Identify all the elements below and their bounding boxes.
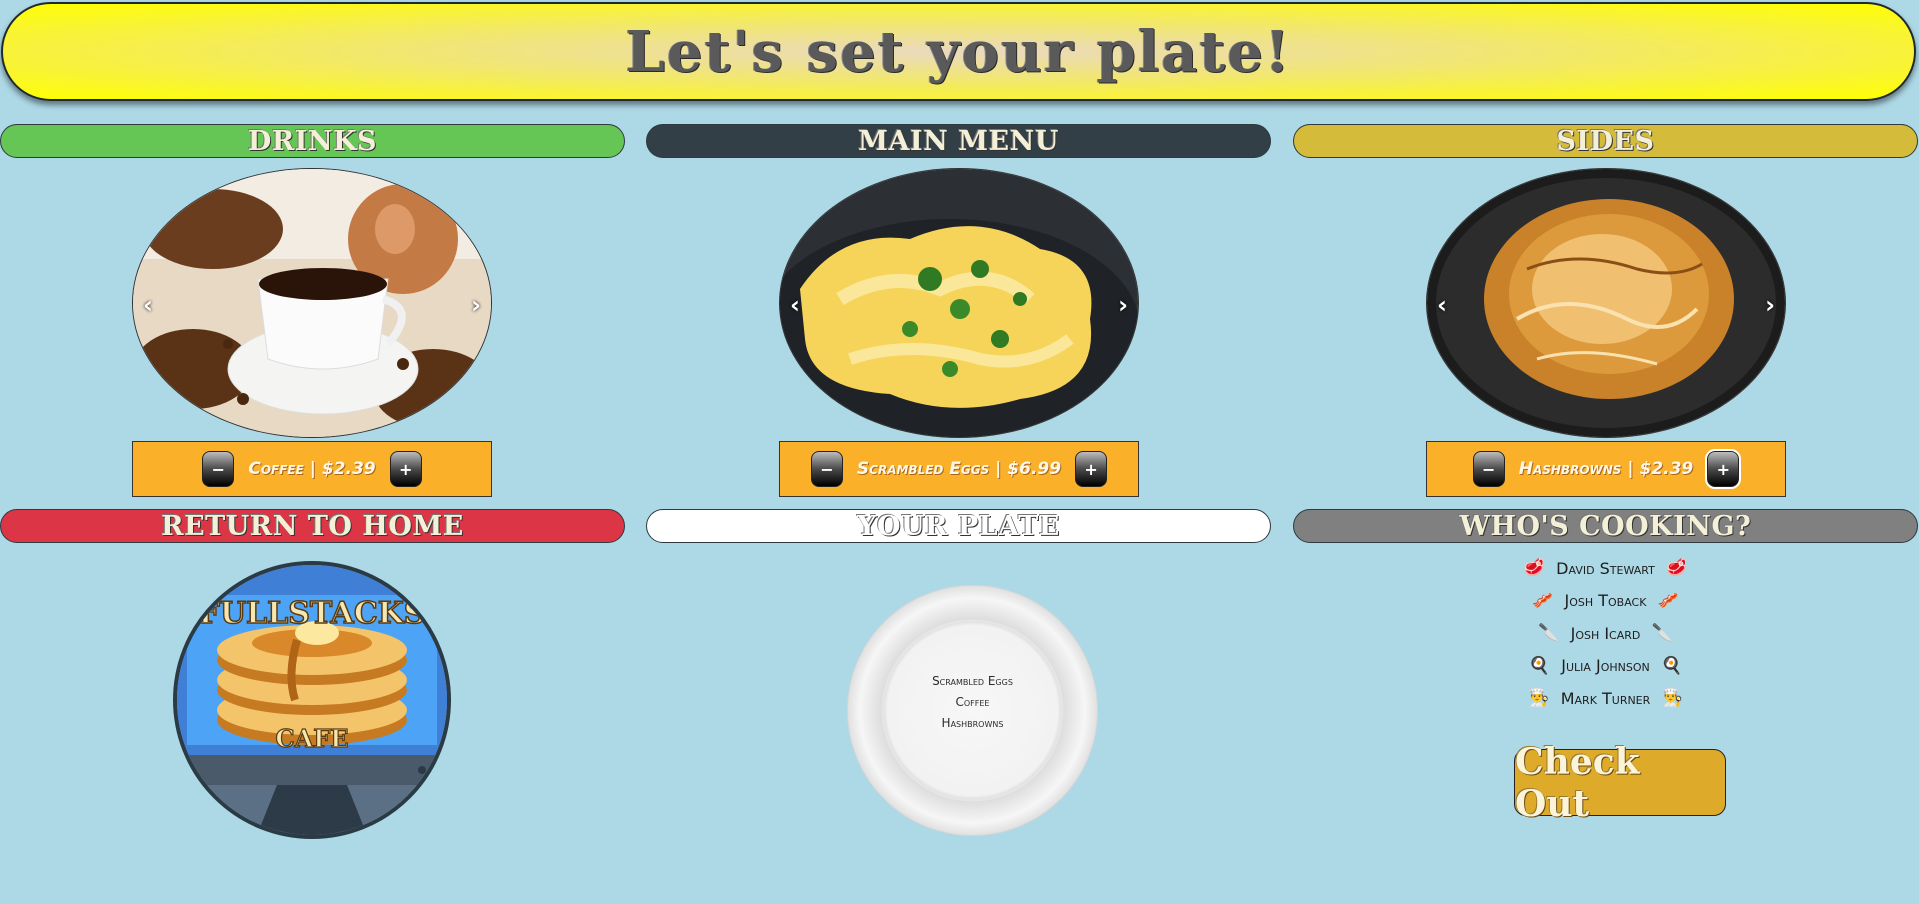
bacon-icon: 🥓 — [1657, 590, 1680, 611]
cook-name: David Stewart — [1556, 558, 1655, 578]
main-decrease-button[interactable]: − — [810, 451, 843, 487]
drinks-prev-arrow[interactable]: ‹ — [139, 287, 157, 323]
cook-name: Josh Icard — [1570, 623, 1641, 643]
logo-title-text: FULLSTACKS — [199, 596, 426, 631]
main-menu-header: MAIN MENU — [646, 124, 1271, 158]
checkout-button[interactable]: Check Out — [1514, 741, 1726, 825]
home-logo-button[interactable]: FULLSTACKS CAFE — [173, 561, 451, 839]
drinks-carousel: ‹ › — [132, 168, 492, 438]
drink-selection-label: Coffee | $2.39 — [248, 459, 376, 479]
side-increase-button[interactable]: + — [1705, 449, 1742, 489]
return-home-header[interactable]: RETURN TO HOME — [0, 509, 625, 543]
frying-pan-icon: 🍳 — [1528, 655, 1550, 676]
main-selection-label: Scrambled Eggs | $6.99 — [856, 459, 1062, 479]
cook-name: Mark Turner — [1560, 688, 1651, 708]
main-increase-button[interactable]: + — [1075, 451, 1108, 487]
knife-icon: 🔪 — [1538, 623, 1560, 644]
whos-cooking-header: WHO'S COOKING? — [1293, 509, 1918, 543]
knife-icon: 🔪 — [1651, 623, 1673, 644]
main-menu-carousel: ‹ › — [779, 168, 1139, 438]
cook-row: 👨‍🍳 Mark Turner 👨‍🍳 — [1293, 682, 1918, 715]
side-decrease-button[interactable]: − — [1472, 451, 1505, 487]
side-selection-label: Hashbrowns | $2.39 — [1518, 459, 1694, 479]
cook-row: 🍳 Julia Johnson 🍳 — [1293, 650, 1918, 683]
drinks-next-arrow[interactable]: › — [467, 287, 485, 323]
plate-item: Scrambled Eggs — [932, 674, 1013, 688]
hashbrowns-image — [1427, 169, 1785, 437]
plate-items-list: Scrambled Eggs Coffee Hashbrowns — [845, 671, 1100, 734]
logo-subtitle-text: CAFE — [275, 724, 348, 753]
cook-row: 🥩 David Stewart 🥩 — [1293, 552, 1918, 585]
sides-header: SIDES — [1293, 124, 1918, 158]
cook-name: Julia Johnson — [1561, 656, 1650, 676]
sides-next-arrow[interactable]: › — [1761, 287, 1779, 323]
chef-icon: 👨‍🍳 — [1528, 688, 1550, 709]
drink-order-bar: − Coffee | $2.39 + — [132, 441, 492, 497]
bacon-icon: 🥓 — [1531, 590, 1554, 611]
frying-pan-icon: 🍳 — [1661, 655, 1683, 676]
your-plate-header: YOUR PLATE — [646, 509, 1271, 543]
plate-item: Hashbrowns — [941, 716, 1004, 730]
main-prev-arrow[interactable]: ‹ — [786, 287, 804, 323]
steak-icon: 🥩 — [1666, 558, 1688, 579]
title-banner: Let's set your plate! — [1, 2, 1916, 101]
drink-increase-button[interactable]: + — [389, 451, 422, 487]
steak-icon: 🥩 — [1523, 558, 1545, 579]
drink-decrease-button[interactable]: − — [202, 451, 235, 487]
main-next-arrow[interactable]: › — [1114, 287, 1132, 323]
cook-name: Josh Toback — [1564, 591, 1647, 611]
page-title: Let's set your plate! — [625, 18, 1292, 85]
main-order-bar: − Scrambled Eggs | $6.99 + — [779, 441, 1139, 497]
sides-carousel: ‹ › — [1426, 168, 1786, 438]
cook-row: 🔪 Josh Icard 🔪 — [1293, 617, 1918, 650]
sides-prev-arrow[interactable]: ‹ — [1433, 287, 1451, 323]
coffee-image — [133, 169, 491, 437]
cook-row: 🥓 Josh Toback 🥓 — [1293, 585, 1918, 618]
scrambled-eggs-image — [780, 169, 1138, 437]
cooks-list: 🥩 David Stewart 🥩 🥓 Josh Toback 🥓 🔪 Josh… — [1293, 552, 1918, 715]
drinks-header: DRINKS — [0, 124, 625, 158]
plate-item: Coffee — [955, 695, 990, 709]
side-order-bar: − Hashbrowns | $2.39 + — [1426, 441, 1786, 497]
plate: Scrambled Eggs Coffee Hashbrowns — [845, 583, 1100, 838]
fullstacks-cafe-logo: FULLSTACKS CAFE — [177, 565, 447, 835]
chef-icon: 👨‍🍳 — [1661, 688, 1683, 709]
